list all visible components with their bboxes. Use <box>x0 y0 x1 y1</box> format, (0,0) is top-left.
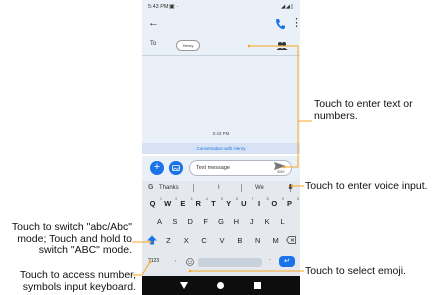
callout-emoji: Touch to select emoji. <box>305 265 406 277</box>
key-row-2: A S D F G H J K L <box>142 217 300 226</box>
key-g[interactable]: G <box>214 217 229 226</box>
enter-key[interactable]: ↵ <box>279 256 295 267</box>
send-icon[interactable] <box>274 162 286 170</box>
suggestion-divider <box>241 184 242 192</box>
google-icon[interactable]: G <box>148 184 153 191</box>
nav-home-icon[interactable] <box>217 282 224 289</box>
key-b[interactable]: B <box>232 236 247 245</box>
key-x[interactable]: X <box>179 236 194 245</box>
emoji-key-icon[interactable] <box>186 258 194 266</box>
numbers-symbols-key[interactable]: ?123 <box>148 258 159 264</box>
key-row-4: ?123 , . ↵ <box>142 253 300 271</box>
callout-voice-input: Touch to enter voice input. <box>305 180 428 192</box>
callout-numbers: Touch to access number, symbols input ke… <box>19 269 136 293</box>
status-time: 5:43 PM <box>148 4 169 10</box>
attach-plus-button[interactable]: + <box>150 161 164 175</box>
key-m[interactable]: M <box>268 236 283 245</box>
key-row-1: Q1 W2 E3 R4 T5 Y6 U7 I8 O9 P0 <box>142 197 300 208</box>
shift-key-icon[interactable] <box>146 235 158 245</box>
to-label: To <box>150 41 157 47</box>
key-c[interactable]: C <box>197 236 212 245</box>
recipient-row: To Henry <box>142 36 300 56</box>
key-period[interactable]: . <box>269 256 271 262</box>
notification-indicators: ▣ · <box>169 4 179 10</box>
key-s[interactable]: S <box>167 217 182 226</box>
message-timestamp: 5:43 PM <box>212 131 230 136</box>
suggestion-2[interactable]: I <box>218 185 220 191</box>
compose-bar: + Text message SMS <box>142 156 300 181</box>
key-v[interactable]: V <box>215 236 230 245</box>
signal-icon: ◢◢▯ <box>281 3 294 10</box>
key-k[interactable]: K <box>260 217 275 226</box>
key-comma[interactable]: , <box>175 257 176 263</box>
callout-shift: Touch to switch "abc/Abc" mode; Touch an… <box>11 221 132 256</box>
suggestion-strip: G Thanks I We <box>142 181 300 195</box>
suggestion-3[interactable]: We <box>255 185 264 191</box>
nav-recents-icon[interactable] <box>254 282 261 289</box>
key-i[interactable]: I8 <box>252 197 269 208</box>
space-bar[interactable] <box>198 258 262 267</box>
key-j[interactable]: J <box>244 217 259 226</box>
back-arrow-icon[interactable]: ← <box>148 17 159 29</box>
conversation-banner: Conversation with Henry <box>142 143 300 154</box>
key-e[interactable]: E3 <box>175 197 192 208</box>
more-options-icon[interactable]: ⋮ <box>291 16 300 29</box>
key-u[interactable]: U7 <box>236 197 253 208</box>
key-a[interactable]: A <box>152 217 167 226</box>
key-r[interactable]: R4 <box>191 197 207 208</box>
gallery-icon[interactable] <box>169 161 183 175</box>
app-bar: ← ⋮ <box>142 14 300 36</box>
message-placeholder: Text message <box>196 165 230 171</box>
key-q[interactable]: Q1 <box>145 197 162 208</box>
suggestion-1[interactable]: Thanks <box>159 185 179 191</box>
key-y[interactable]: Y6 <box>221 197 238 208</box>
microphone-icon[interactable] <box>288 184 293 192</box>
key-row-3: Z X C V B N M <box>142 235 300 245</box>
status-bar: 5:43 PM ▣ · ◢◢▯ <box>142 0 300 14</box>
key-z[interactable]: Z <box>161 236 176 245</box>
sms-label: SMS <box>277 170 285 174</box>
nav-back-icon[interactable] <box>180 282 188 289</box>
suggestion-divider <box>193 184 194 192</box>
key-o[interactable]: O9 <box>267 197 283 208</box>
backspace-key-icon[interactable] <box>286 236 296 244</box>
recipient-chip[interactable]: Henry <box>176 40 200 51</box>
key-d[interactable]: D <box>183 217 198 226</box>
key-f[interactable]: F <box>198 217 213 226</box>
key-w[interactable]: W2 <box>160 197 177 208</box>
navigation-bar <box>142 276 300 295</box>
key-l[interactable]: L <box>275 217 290 226</box>
key-h[interactable]: H <box>229 217 244 226</box>
keyboard: G Thanks I We Q1 W2 E3 R4 T5 Y6 U7 I8 O9… <box>142 181 300 276</box>
key-n[interactable]: N <box>250 236 265 245</box>
phone-screen: 5:43 PM ▣ · ◢◢▯ ← ⋮ To Henry 5:43 PM Con… <box>142 0 300 295</box>
message-input[interactable]: Text message SMS <box>189 160 292 176</box>
key-t[interactable]: T5 <box>206 197 223 208</box>
key-p[interactable]: P0 <box>282 197 299 208</box>
phone-icon[interactable] <box>275 18 285 30</box>
callout-text-input: Touch to enter text or numbers. <box>314 98 413 122</box>
add-person-icon[interactable] <box>276 41 288 51</box>
